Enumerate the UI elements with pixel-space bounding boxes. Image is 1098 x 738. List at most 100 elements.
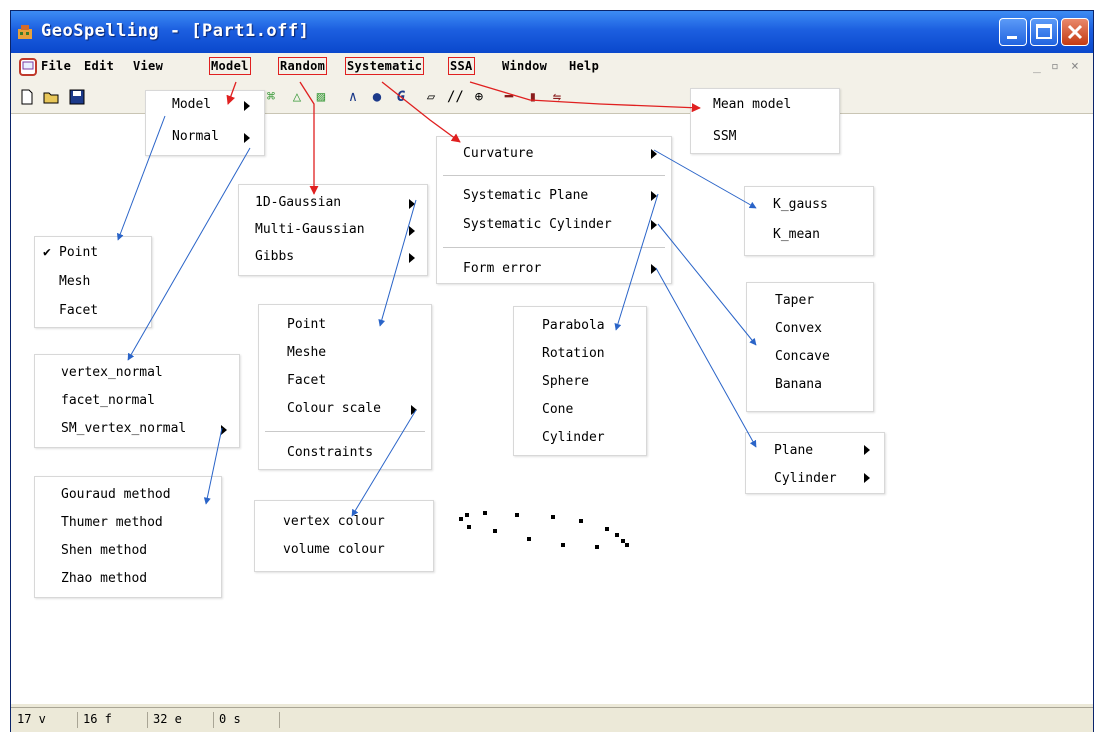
menu-window[interactable]: Window: [502, 59, 547, 73]
menu-item-meshe[interactable]: Meshe: [287, 345, 326, 360]
menu-ssa[interactable]: SSA: [448, 57, 475, 75]
triangle-tool-icon[interactable]: △: [289, 89, 305, 105]
point: [621, 539, 625, 543]
mdi-restore-icon[interactable]: ▫: [1051, 59, 1059, 74]
open-folder-icon[interactable]: [43, 89, 61, 105]
minimize-button[interactable]: [999, 18, 1027, 46]
menu-item-model[interactable]: Model: [172, 97, 211, 112]
menu-item-mesh[interactable]: Mesh: [59, 274, 90, 289]
menu-random[interactable]: Random: [277, 57, 328, 75]
menu-item-point[interactable]: Point: [287, 317, 326, 332]
random-submenu: Point Meshe Facet Colour scale Constrain…: [258, 304, 432, 470]
random-menu: 1D-Gaussian Multi-Gaussian Gibbs: [238, 184, 428, 276]
point: [527, 537, 531, 541]
menu-item-facet[interactable]: Facet: [59, 303, 98, 318]
cylinder-tool-icon[interactable]: ▮: [525, 89, 541, 105]
menu-item-concave[interactable]: Concave: [775, 349, 830, 364]
submenu-arrow-icon: [411, 405, 417, 415]
menu-item-parabola[interactable]: Parabola: [542, 318, 605, 333]
menu-item-cylinder[interactable]: Cylinder: [774, 471, 837, 486]
menu-item-rotation[interactable]: Rotation: [542, 346, 605, 361]
menu-item-normal[interactable]: Normal: [172, 129, 219, 144]
mdi-close-icon[interactable]: ×: [1071, 59, 1079, 74]
submenu-arrow-icon: [651, 149, 657, 159]
save-icon[interactable]: [69, 89, 85, 105]
new-file-icon[interactable]: [19, 89, 35, 105]
menu-edit[interactable]: Edit: [84, 59, 114, 73]
mdi-minimize-icon[interactable]: _: [1033, 59, 1041, 74]
model-menu: Model Normal: [145, 90, 265, 156]
menu-item-k-gauss[interactable]: K_gauss: [773, 197, 828, 212]
point: [493, 529, 497, 533]
point: [515, 513, 519, 517]
menu-item-sphere[interactable]: Sphere: [542, 374, 589, 389]
menu-item-banana[interactable]: Banana: [775, 377, 822, 392]
menu-item-facet[interactable]: Facet: [287, 373, 326, 388]
model-submenu: ✔ Point Mesh Facet: [34, 236, 152, 328]
menu-item-zhao-method[interactable]: Zhao method: [61, 571, 147, 586]
menu-separator: [265, 431, 425, 433]
g-tool-icon[interactable]: G: [393, 89, 409, 105]
menu-view[interactable]: View: [133, 59, 163, 73]
menu-item-facet-normal[interactable]: facet_normal: [61, 393, 155, 408]
systematic-cylinder-submenu: Taper Convex Concave Banana: [746, 282, 874, 412]
submenu-arrow-icon: [651, 220, 657, 230]
menu-item-k-mean[interactable]: K_mean: [773, 227, 820, 242]
point: [615, 533, 619, 537]
menu-model[interactable]: Model: [209, 57, 251, 75]
menu-item-point[interactable]: Point: [59, 245, 98, 260]
line-tool-icon[interactable]: ━: [501, 89, 517, 105]
menu-file[interactable]: File: [41, 59, 71, 73]
menu-item-constraints[interactable]: Constraints: [287, 445, 373, 460]
menu-systematic[interactable]: Systematic: [344, 57, 425, 75]
menu-item-convex[interactable]: Convex: [775, 321, 822, 336]
curve-tool-icon[interactable]: ∧: [345, 89, 361, 105]
menu-bar: File Edit View Model Random Systematic S…: [11, 53, 1093, 82]
parallelogram-tool-icon[interactable]: ▱: [423, 89, 439, 105]
maximize-button[interactable]: [1030, 18, 1058, 46]
menu-item-form-error[interactable]: Form error: [463, 261, 541, 276]
link-tool-icon[interactable]: ⇋: [549, 89, 565, 105]
submenu-arrow-icon: [409, 199, 415, 209]
point-cloud: [459, 511, 629, 549]
menu-item-systematic-cylinder[interactable]: Systematic Cylinder: [463, 217, 612, 232]
point: [551, 515, 555, 519]
menu-item-cone[interactable]: Cone: [542, 402, 573, 417]
menu-item-taper[interactable]: Taper: [775, 293, 814, 308]
submenu-arrow-icon: [244, 101, 250, 111]
menu-item-thumer-method[interactable]: Thumer method: [61, 515, 163, 530]
menu-item-mean-model[interactable]: Mean model: [713, 97, 791, 112]
menu-item-gibbs[interactable]: Gibbs: [255, 249, 294, 264]
menu-item-volume-colour[interactable]: volume colour: [283, 542, 385, 557]
facet-tool-icon[interactable]: ▨: [313, 89, 329, 105]
menu-item-1d-gaussian[interactable]: 1D-Gaussian: [255, 195, 341, 210]
point-tool-icon[interactable]: ●: [369, 89, 385, 105]
systematic-menu: Curvature Systematic Plane Systematic Cy…: [436, 136, 672, 284]
point: [465, 513, 469, 517]
menu-item-cylinder[interactable]: Cylinder: [542, 430, 605, 445]
close-button[interactable]: [1061, 18, 1089, 46]
mesh-tool-icon[interactable]: ⌘: [263, 89, 279, 105]
ssa-menu: Mean model SSM: [690, 88, 840, 154]
menu-item-curvature[interactable]: Curvature: [463, 146, 533, 161]
document-icon: [19, 58, 37, 76]
menu-item-shen-method[interactable]: Shen method: [61, 543, 147, 558]
point: [595, 545, 599, 549]
menu-help[interactable]: Help: [569, 59, 599, 73]
menu-item-ssm[interactable]: SSM: [713, 129, 736, 144]
menu-item-vertex-normal[interactable]: vertex_normal: [61, 365, 163, 380]
menu-item-plane[interactable]: Plane: [774, 443, 813, 458]
menu-item-colour-scale[interactable]: Colour scale: [287, 401, 381, 416]
title-bar[interactable]: GeoSpelling - [Part1.off]: [11, 11, 1093, 53]
point: [561, 543, 565, 547]
form-error-submenu: Plane Cylinder: [745, 432, 885, 494]
menu-item-sm-vertex-normal[interactable]: SM_vertex_normal: [61, 421, 186, 436]
submenu-arrow-icon: [409, 253, 415, 263]
menu-item-gouraud-method[interactable]: Gouraud method: [61, 487, 171, 502]
target-tool-icon[interactable]: ⊕: [471, 89, 487, 105]
submenu-arrow-icon: [864, 473, 870, 483]
menu-item-multi-gaussian[interactable]: Multi-Gaussian: [255, 222, 365, 237]
parallel-tool-icon[interactable]: //: [447, 89, 464, 105]
menu-item-vertex-colour[interactable]: vertex colour: [283, 514, 385, 529]
menu-item-systematic-plane[interactable]: Systematic Plane: [463, 188, 588, 203]
